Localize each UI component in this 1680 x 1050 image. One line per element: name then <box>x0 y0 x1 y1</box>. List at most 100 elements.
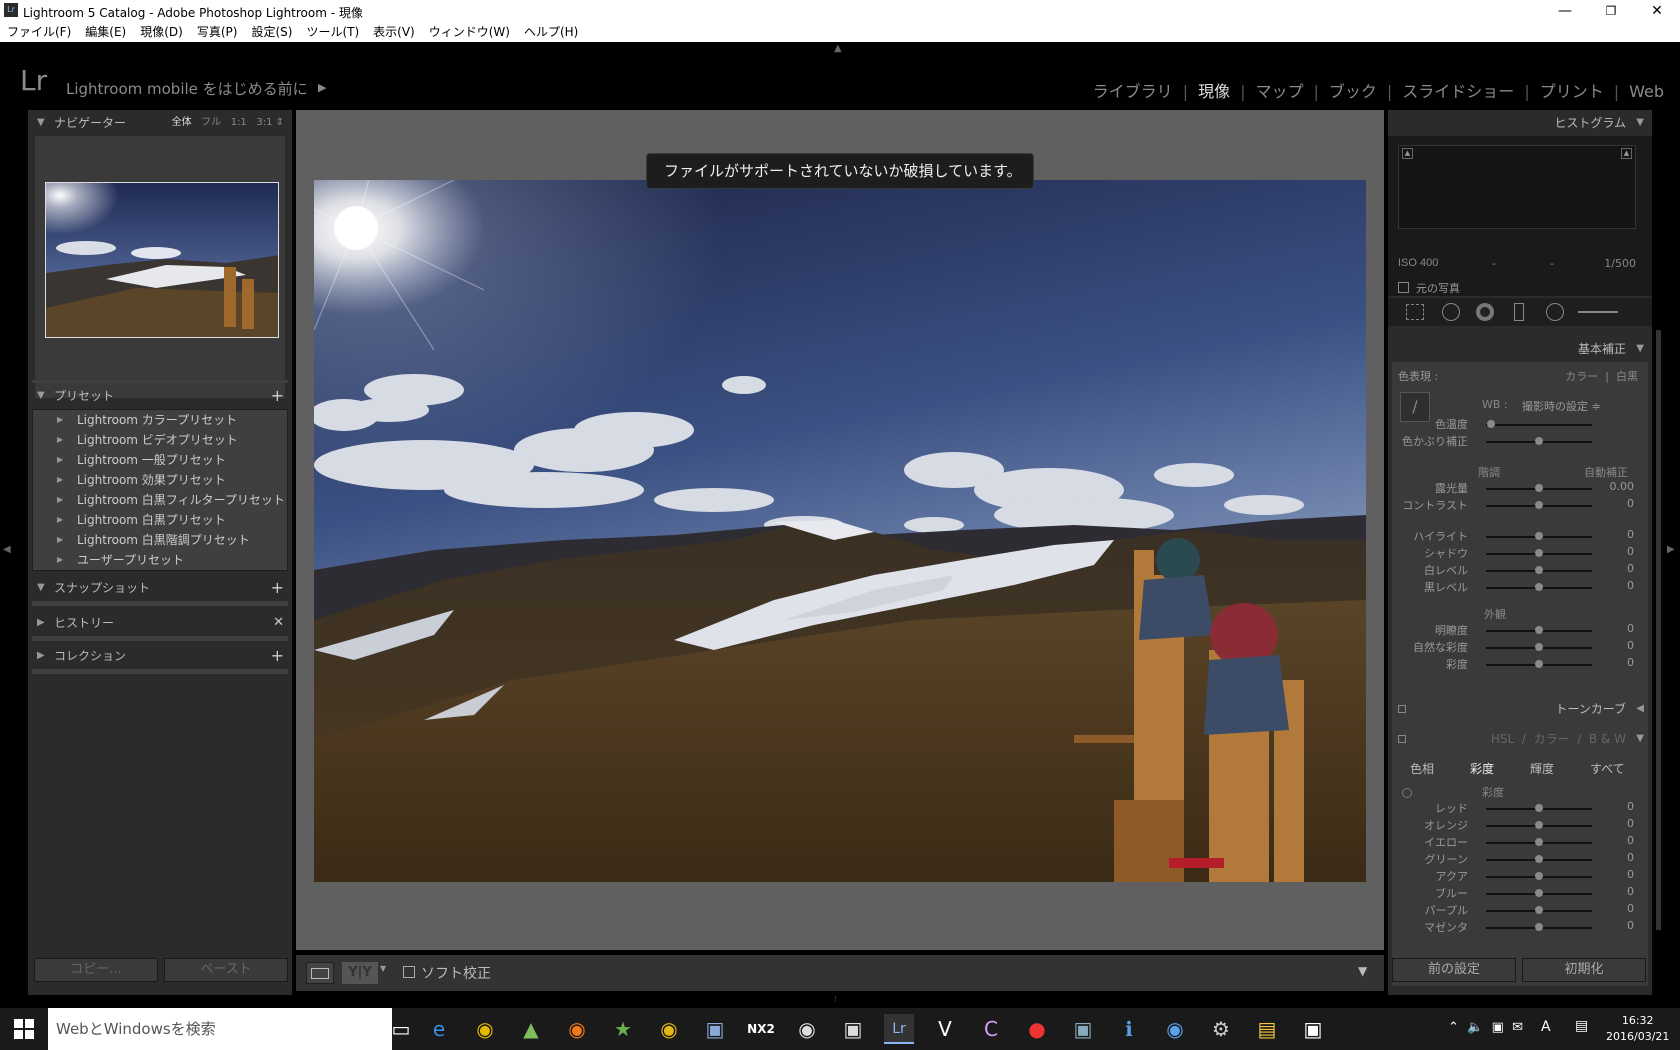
left-panel-toggle-icon[interactable]: ◀ <box>3 544 11 555</box>
app-icon[interactable]: ▣ <box>838 1014 868 1044</box>
crop-icon[interactable] <box>1406 304 1424 320</box>
history-header[interactable]: ▶ ヒストリー ✕ <box>28 610 292 636</box>
spot-removal-icon[interactable] <box>1442 303 1460 321</box>
bw-tab[interactable]: B & W <box>1589 732 1626 746</box>
tone-curve-header[interactable]: トーンカーブ ◀ <box>1388 696 1652 722</box>
menu-item[interactable]: 現像(D) <box>140 22 183 42</box>
red-eye-icon[interactable] <box>1476 303 1494 321</box>
histogram-header[interactable]: ヒストグラム ▼ <box>1388 110 1652 136</box>
contrast-slider[interactable]: コントラスト 0 <box>1392 497 1648 514</box>
zoom-1-1[interactable]: 1:1 <box>231 117 247 128</box>
preset-folder[interactable]: ▶ Lightroom カラープリセット <box>33 410 287 430</box>
notification-icon[interactable]: ▤ <box>1575 1018 1588 1034</box>
ime-indicator[interactable]: A <box>1541 1019 1551 1035</box>
hsl-saturation-slider[interactable]: オレンジ 0 <box>1392 817 1648 834</box>
preset-folder[interactable]: ▶ ユーザープリセット <box>33 550 287 570</box>
panel-switch-icon[interactable] <box>1398 735 1406 743</box>
bottom-panel-grip-icon[interactable]: ⁝ <box>834 995 837 1005</box>
k3d-icon[interactable]: ▣ <box>700 1014 730 1044</box>
raw-app-icon[interactable]: ▣ <box>1068 1014 1098 1044</box>
slider-value[interactable]: 0 <box>1627 851 1634 864</box>
collections-header[interactable]: ▶ コレクション + <box>28 643 292 669</box>
navigator-header[interactable]: ▼ ナビゲーター 全体 フル 1:1 3:1 ⇕ <box>28 110 292 136</box>
menu-item[interactable]: ヘルプ(H) <box>524 22 578 42</box>
identity-plate-text[interactable]: Lightroom mobile をはじめる前に <box>66 78 308 99</box>
slider-value[interactable]: 0 <box>1627 562 1634 575</box>
right-panel-scrollbar[interactable] <box>1656 330 1661 930</box>
minimize-button[interactable]: — <box>1542 0 1588 22</box>
navigator-thumbnail[interactable] <box>45 182 279 338</box>
hsl-subtab[interactable]: 彩度 <box>1470 760 1494 777</box>
preset-folder[interactable]: ▶ Lightroom 白黒フィルタープリセット <box>33 490 287 510</box>
explorer-icon[interactable]: ▤ <box>1252 1014 1282 1044</box>
menu-item[interactable]: 写真(P) <box>197 22 238 42</box>
slider-knob[interactable] <box>1535 643 1543 651</box>
main-photo[interactable] <box>314 180 1366 882</box>
slider-value[interactable]: 0 <box>1627 817 1634 830</box>
slider-knob[interactable] <box>1535 889 1543 897</box>
hsl-saturation-slider[interactable]: グリーン 0 <box>1392 851 1648 868</box>
highlight-clipping-icon[interactable]: ▲ <box>1621 148 1632 159</box>
slider-knob[interactable] <box>1535 872 1543 880</box>
preset-folder[interactable]: ▶ Lightroom ビデオプリセット <box>33 430 287 450</box>
original-photo-checkbox[interactable] <box>1398 282 1409 293</box>
module-tab[interactable]: プリント <box>1540 78 1604 102</box>
menu-item[interactable]: 表示(V) <box>373 22 415 42</box>
close-button[interactable]: ✕ <box>1634 0 1680 22</box>
slider-knob[interactable] <box>1535 501 1543 509</box>
module-tab[interactable]: ブック <box>1329 78 1377 102</box>
meeting-icon[interactable]: ◉ <box>1160 1014 1190 1044</box>
slider-knob[interactable] <box>1535 566 1543 574</box>
adjustment-brush-icon[interactable] <box>1578 311 1618 313</box>
shadow-clipping-icon[interactable]: ▲ <box>1402 148 1413 159</box>
slider-knob[interactable] <box>1535 804 1543 812</box>
capture-nx-icon[interactable]: C <box>976 1014 1006 1044</box>
slider-value[interactable]: 0 <box>1627 868 1634 881</box>
capture-app-icon[interactable]: ★ <box>608 1014 638 1044</box>
dropdown-arrow-icon[interactable]: ▼ <box>380 964 386 973</box>
slider-knob[interactable] <box>1535 906 1543 914</box>
auto-tone-button[interactable]: 自動補正 <box>1584 464 1628 480</box>
hsl-saturation-slider[interactable]: マゼンタ 0 <box>1392 919 1648 936</box>
viewer-icon[interactable]: ◉ <box>792 1014 822 1044</box>
module-tab[interactable]: マップ <box>1255 78 1303 102</box>
ball-icon[interactable]: ● <box>1022 1014 1052 1044</box>
store-icon[interactable]: ▣ <box>1298 1014 1328 1044</box>
slider-knob[interactable] <box>1535 838 1543 846</box>
slider-knob[interactable] <box>1535 484 1543 492</box>
zoom-3-1[interactable]: 3:1 <box>256 117 272 128</box>
targeted-adjustment-icon[interactable] <box>1402 788 1412 798</box>
hsl-header[interactable]: HSL / カラー / B & W ▼ <box>1388 726 1652 752</box>
edge-icon[interactable]: e <box>424 1014 454 1044</box>
chrome-icon[interactable]: ◉ <box>470 1014 500 1044</box>
info-icon[interactable]: ℹ <box>1114 1014 1144 1044</box>
color-tab[interactable]: カラー <box>1534 732 1570 746</box>
hsl-tab[interactable]: HSL <box>1491 732 1514 746</box>
soft-proof-checkbox[interactable] <box>403 966 415 978</box>
panel-switch-icon[interactable] <box>1398 705 1406 713</box>
graduated-filter-icon[interactable] <box>1514 303 1524 321</box>
add-collection-icon[interactable]: + <box>271 643 284 669</box>
treatment-bw[interactable]: 白黒 <box>1616 370 1638 383</box>
slider-value[interactable]: 0 <box>1627 579 1634 592</box>
saturation-slider[interactable]: 彩度 0 <box>1392 656 1648 673</box>
treatment-color[interactable]: カラー <box>1565 370 1598 383</box>
module-tab[interactable]: 現像 <box>1198 78 1230 102</box>
clear-history-icon[interactable]: ✕ <box>273 610 284 636</box>
slider-knob[interactable] <box>1535 549 1543 557</box>
tool-icon[interactable]: ⚙ <box>1206 1014 1236 1044</box>
photo-app-icon[interactable]: ▲ <box>516 1014 546 1044</box>
preset-folder[interactable]: ▶ Lightroom 一般プリセット <box>33 450 287 470</box>
shadows-slider[interactable]: シャドウ 0 <box>1392 545 1648 562</box>
highlights-slider[interactable]: ハイライト 0 <box>1392 528 1648 545</box>
hsl-saturation-slider[interactable]: パープル 0 <box>1392 902 1648 919</box>
menu-item[interactable]: ファイル(F) <box>7 22 71 42</box>
hsl-subtab[interactable]: 輝度 <box>1530 760 1554 777</box>
loupe-view-button[interactable] <box>306 962 334 984</box>
slider-knob[interactable] <box>1535 583 1543 591</box>
add-preset-icon[interactable]: + <box>271 383 284 409</box>
task-view-icon[interactable]: ▭ <box>386 1014 416 1044</box>
add-snapshot-icon[interactable]: + <box>271 575 284 601</box>
slider-value[interactable]: 0 <box>1627 902 1634 915</box>
zoom-fit[interactable]: 全体 <box>172 117 192 128</box>
